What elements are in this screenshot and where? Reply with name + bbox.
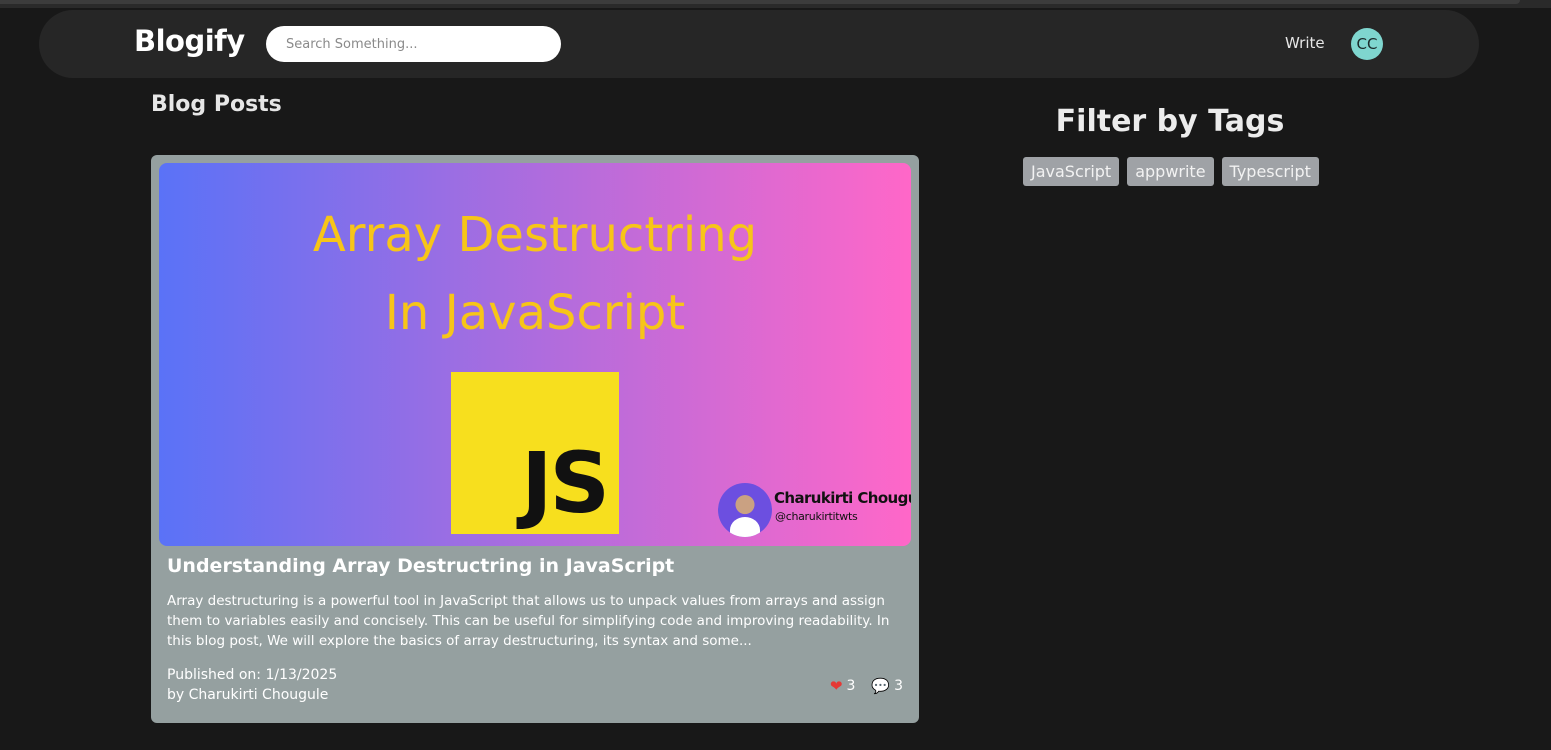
user-avatar[interactable]: CC <box>1351 28 1383 60</box>
js-logo-text: JS <box>521 434 610 532</box>
search-input[interactable] <box>266 26 561 62</box>
post-thumbnail[interactable]: Array Destructring In JavaScript JS Char… <box>159 163 911 546</box>
brand-logo[interactable]: Blogify <box>134 24 245 58</box>
tag-typescript[interactable]: Typescript <box>1221 157 1319 186</box>
like-count-value: 3 <box>846 678 856 694</box>
comment-count[interactable]: 💬 3 <box>871 677 903 695</box>
author-photo <box>718 483 772 537</box>
js-logo-icon: JS <box>451 372 619 534</box>
page-title: Blog Posts <box>151 92 282 117</box>
thumbnail-headline-line2: In JavaScript <box>384 285 686 341</box>
post-published-date: Published on: 1/13/2025 <box>167 667 338 683</box>
thumbnail-author-handle: @charukirtitwts <box>775 510 858 523</box>
thumbnail-headline-line1: Array Destructring <box>312 207 758 263</box>
like-count[interactable]: ❤ 3 <box>830 677 856 695</box>
filter-title: Filter by Tags <box>1055 104 1285 139</box>
tag-appwrite[interactable]: appwrite <box>1127 157 1214 186</box>
tag-list: JavaScript appwrite Typescript <box>1023 157 1319 186</box>
tag-javascript[interactable]: JavaScript <box>1023 157 1120 186</box>
post-excerpt: Array destructuring is a powerful tool i… <box>167 593 890 649</box>
post-stats: ❤ 3 💬 3 <box>830 677 903 695</box>
post-author: by Charukirti Chougule <box>167 687 329 703</box>
comment-icon: 💬 <box>871 677 891 695</box>
heart-icon: ❤ <box>829 677 843 695</box>
thumbnail-author-name: Charukirti Chougule <box>774 489 911 507</box>
navbar: Blogify Write CC <box>39 10 1479 78</box>
blog-post-card[interactable]: Array Destructring In JavaScript JS Char… <box>151 155 919 723</box>
comment-count-value: 3 <box>894 678 903 694</box>
browser-top-strip <box>0 0 1551 8</box>
post-title[interactable]: Understanding Array Destructring in Java… <box>167 555 674 577</box>
write-link[interactable]: Write <box>1285 34 1325 52</box>
